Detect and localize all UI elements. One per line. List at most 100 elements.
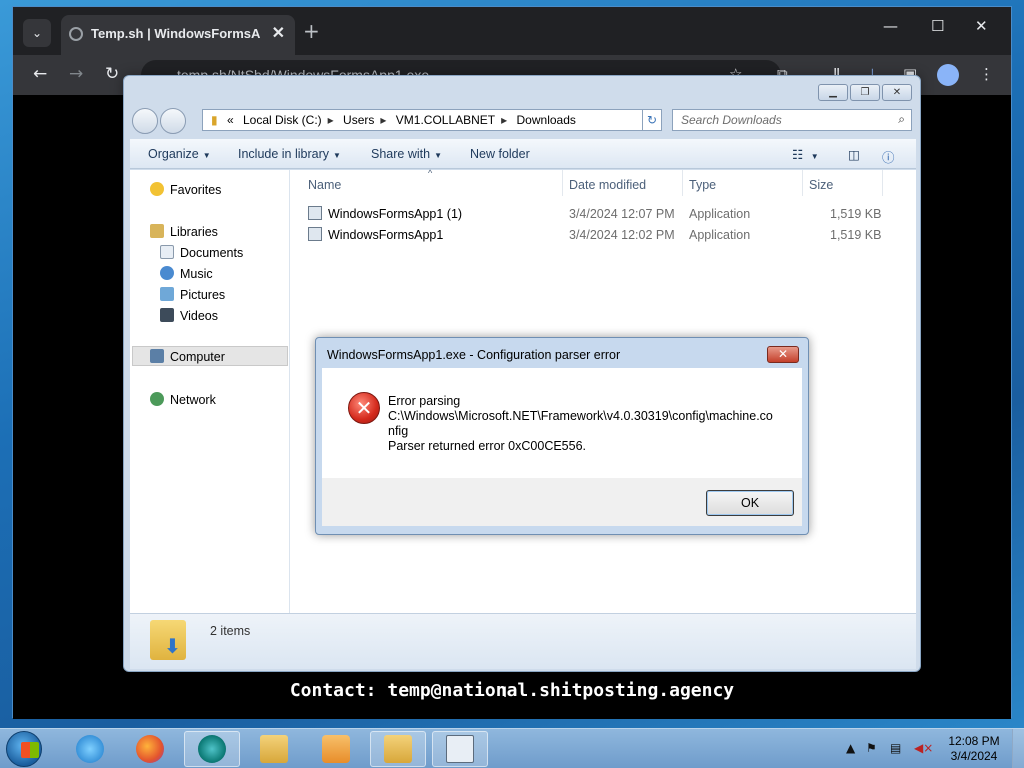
- minimize-icon[interactable]: ▁: [818, 84, 848, 101]
- application-icon: [308, 227, 322, 241]
- browser-icon: [198, 735, 226, 763]
- menu-icon[interactable]: ⋮: [979, 65, 994, 83]
- show-hidden-icons[interactable]: ▲: [846, 741, 855, 755]
- file-date: 3/4/2024 12:07 PM: [569, 207, 675, 221]
- tab-search-button[interactable]: ⌄: [23, 19, 51, 47]
- profile-avatar[interactable]: [937, 64, 959, 86]
- column-name[interactable]: Name: [308, 178, 341, 192]
- nav-documents[interactable]: Documents: [160, 245, 243, 260]
- taskbar-chrome[interactable]: [184, 731, 240, 767]
- column-size[interactable]: Size: [809, 178, 833, 192]
- file-name: WindowsFormsApp1: [328, 228, 444, 242]
- clock-time: 12:08 PM: [948, 734, 1000, 748]
- breadcrumb-downloads[interactable]: Downloads: [517, 113, 576, 127]
- close-tab-icon[interactable]: ✕: [272, 23, 285, 43]
- message-line-1: Error parsing: [388, 394, 461, 408]
- breadcrumb-drive[interactable]: Local Disk (C:): [243, 113, 322, 127]
- videos-icon: [160, 308, 174, 322]
- network-tray-icon[interactable]: ▤: [890, 741, 901, 755]
- breadcrumb-users[interactable]: Users: [343, 113, 374, 127]
- help-icon[interactable]: ⓘ: [882, 147, 895, 166]
- volume-muted-icon[interactable]: ◀×: [914, 741, 933, 755]
- error-icon: ✕: [348, 392, 380, 424]
- include-in-library-button[interactable]: Include in library ▼: [238, 147, 341, 161]
- dialog-body: ✕ Error parsing C:\Windows\Microsoft.NET…: [322, 368, 802, 478]
- search-input[interactable]: Search Downloads ⌕: [672, 109, 912, 131]
- breadcrumb-overflow[interactable]: «: [227, 113, 234, 127]
- firefox-icon: [136, 735, 164, 763]
- message-line-3: Parser returned error 0xC00CE556.: [388, 439, 587, 453]
- search-icon[interactable]: ⌕: [898, 112, 905, 127]
- action-center-flag-icon[interactable]: ⚑: [866, 741, 877, 755]
- pictures-icon: [160, 287, 174, 301]
- minimize-icon[interactable]: —: [883, 17, 898, 35]
- ok-button[interactable]: OK: [706, 490, 794, 516]
- application-icon: [446, 735, 474, 763]
- share-with-button[interactable]: Share with ▼: [371, 147, 442, 161]
- forward-icon[interactable]: →: [69, 64, 83, 84]
- message-line-2: C:\Windows\Microsoft.NET\Framework\v4.0.…: [388, 409, 773, 438]
- clock[interactable]: 12:08 PM 3/4/2024: [944, 734, 1004, 764]
- refresh-icon[interactable]: ↻: [642, 109, 662, 131]
- taskbar-firefox[interactable]: [122, 731, 178, 767]
- close-window-icon[interactable]: ✕: [975, 17, 988, 35]
- contact-text: Contact: temp@national.shitposting.agenc…: [289, 680, 735, 701]
- internet-explorer-icon: [76, 735, 104, 763]
- address-bar[interactable]: ▮ « Local Disk (C:) ▸ Users ▸ VM1.COLLABNE…: [202, 109, 660, 131]
- show-desktop-button[interactable]: [1012, 729, 1024, 768]
- file-row[interactable]: WindowsFormsApp1 3/4/2024 12:02 PM Appli…: [308, 225, 888, 245]
- taskbar-ie[interactable]: [62, 731, 118, 767]
- computer-icon: [150, 349, 164, 363]
- folder-icon: [260, 735, 288, 763]
- start-button[interactable]: [6, 731, 42, 767]
- restore-icon[interactable]: ❐: [850, 84, 880, 101]
- organize-button[interactable]: Organize ▼: [148, 147, 211, 161]
- file-size: 1,519 KB: [830, 228, 882, 242]
- column-type[interactable]: Type: [689, 178, 716, 192]
- window-controls: ▁ ❐ ✕: [818, 84, 912, 101]
- error-dialog: WindowsFormsApp1.exe - Configuration par…: [315, 337, 809, 535]
- file-size: 1,519 KB: [830, 207, 882, 221]
- preview-pane-icon[interactable]: ◫: [848, 147, 860, 162]
- nav-network[interactable]: Network: [150, 392, 216, 407]
- nav-videos[interactable]: Videos: [160, 308, 218, 323]
- file-type: Application: [689, 207, 751, 221]
- nav-buttons: [132, 108, 188, 137]
- download-arrow-icon: ⬇: [164, 634, 181, 658]
- new-tab-icon[interactable]: +: [303, 19, 320, 43]
- nav-computer[interactable]: Computer: [132, 346, 288, 366]
- nav-favorites[interactable]: Favorites: [150, 182, 221, 197]
- taskbar-app[interactable]: [432, 731, 488, 767]
- taskbar-downloads[interactable]: [370, 731, 426, 767]
- taskbar-media-player[interactable]: [308, 731, 364, 767]
- search-placeholder: Search Downloads: [681, 113, 782, 127]
- nav-pictures[interactable]: Pictures: [160, 287, 225, 302]
- network-icon: [150, 392, 164, 406]
- close-icon[interactable]: ✕: [767, 346, 799, 363]
- back-icon[interactable]: ←: [33, 64, 47, 84]
- close-icon[interactable]: ✕: [882, 84, 912, 101]
- file-row[interactable]: WindowsFormsApp1 (1) 3/4/2024 12:07 PM A…: [308, 204, 888, 224]
- taskbar: ▲ ⚑ ▤ ◀× 12:08 PM 3/4/2024: [0, 728, 1024, 768]
- downloads-folder-icon: [384, 735, 412, 763]
- forward-button[interactable]: [160, 108, 186, 134]
- breadcrumb-user[interactable]: VM1.COLLABNET: [396, 113, 495, 127]
- column-date[interactable]: Date modified: [569, 178, 646, 192]
- details-pane: ⬇ 2 items: [130, 613, 916, 669]
- library-icon: [150, 224, 164, 238]
- reload-icon[interactable]: ↻: [105, 64, 119, 84]
- file-name: WindowsFormsApp1 (1): [328, 207, 463, 221]
- dialog-message: Error parsing C:\Windows\Microsoft.NET\F…: [388, 394, 773, 454]
- view-options-icon[interactable]: ☷ ▼: [792, 147, 819, 162]
- folder-icon: ▮: [211, 113, 218, 127]
- back-button[interactable]: [132, 108, 158, 134]
- taskbar-explorer[interactable]: [246, 731, 302, 767]
- maximize-icon[interactable]: ☐: [931, 17, 944, 35]
- file-type: Application: [689, 228, 751, 242]
- clock-date: 3/4/2024: [950, 749, 998, 763]
- tab-active[interactable]: Temp.sh | WindowsFormsApp1 ✕: [61, 15, 295, 55]
- documents-icon: [160, 245, 174, 259]
- nav-music[interactable]: Music: [160, 266, 213, 281]
- new-folder-button[interactable]: New folder: [470, 147, 530, 161]
- nav-libraries[interactable]: Libraries: [150, 224, 218, 239]
